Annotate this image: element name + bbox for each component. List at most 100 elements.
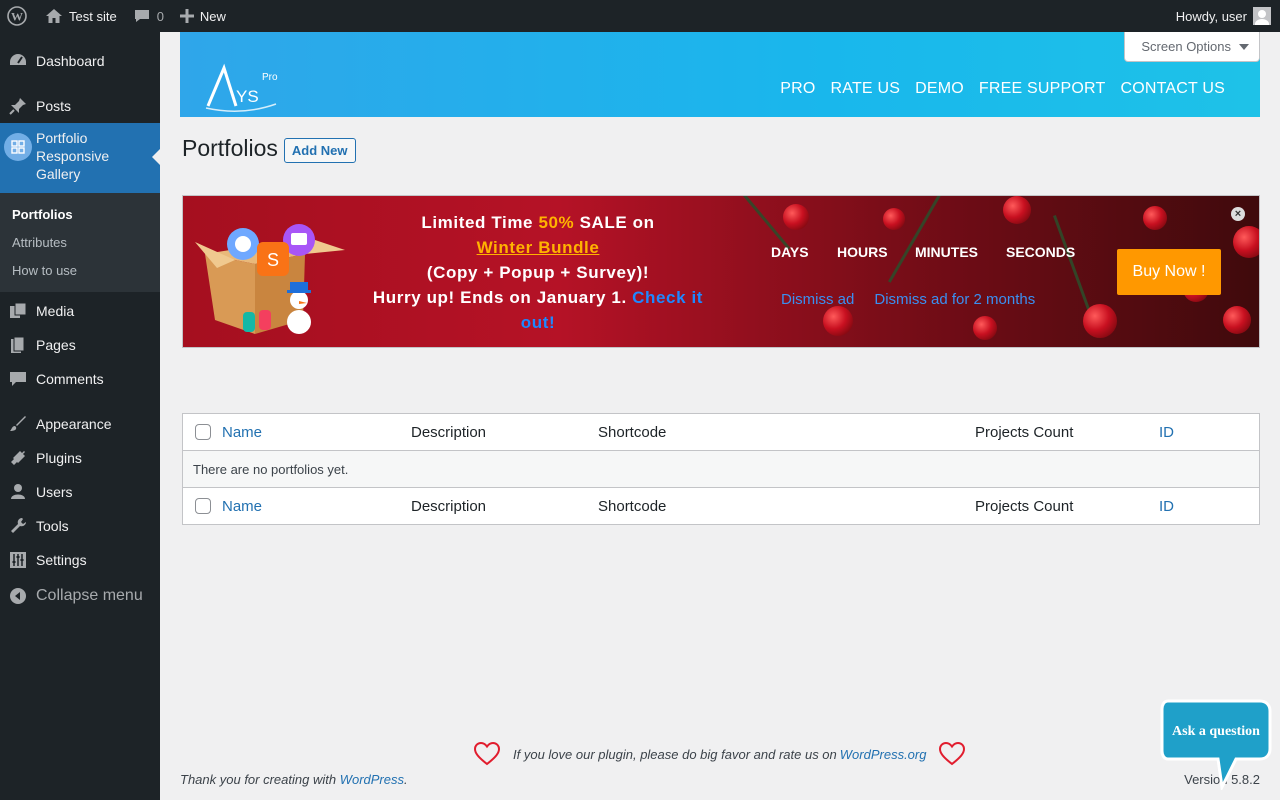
portfolio-grid-icon — [0, 129, 36, 161]
empty-table-message: There are no portfolios yet. — [183, 451, 1259, 487]
berry-decoration — [1233, 226, 1259, 258]
berry-decoration — [823, 306, 853, 336]
nav-pro-link[interactable]: PRO — [780, 80, 815, 98]
wordpress-logo-button[interactable]: W — [0, 0, 37, 32]
comments-link[interactable]: 0 — [125, 0, 172, 32]
dismiss-ad-2-months-link[interactable]: Dismiss ad for 2 months — [874, 291, 1035, 308]
sidebar-item-posts[interactable]: Posts — [0, 89, 160, 123]
sidebar-item-media[interactable]: Media — [0, 294, 160, 328]
portfolios-table: Name Description Shortcode Projects Coun… — [182, 413, 1260, 525]
svg-text:W: W — [11, 10, 23, 24]
ays-logo[interactable]: YS Pro — [202, 62, 282, 112]
admin-bar: W Test site 0 New Howdy, user — [0, 0, 1280, 32]
wrench-icon — [0, 516, 36, 536]
footer-thanks: Thank you for creating with WordPress. — [180, 772, 408, 787]
nav-demo-link[interactable]: DEMO — [915, 80, 964, 98]
user-icon — [0, 482, 36, 502]
sidebar-item-users[interactable]: Users — [0, 475, 160, 509]
plus-icon — [179, 9, 194, 23]
berry-decoration — [883, 208, 905, 230]
plugin-header-banner: YS Pro PRO RATE US DEMO FREE SUPPORT CON… — [180, 32, 1260, 117]
close-banner-icon[interactable]: × — [1231, 207, 1245, 221]
home-icon — [45, 8, 63, 24]
paintbrush-icon — [0, 414, 36, 434]
sidebar-item-appearance[interactable]: Appearance — [0, 407, 160, 441]
berry-decoration — [973, 316, 997, 340]
column-name-sort-link[interactable]: Name — [222, 424, 411, 441]
sidebar-item-portfolio[interactable]: Portfolio Responsive Gallery — [0, 123, 160, 193]
column-projects-count: Projects Count — [975, 423, 1074, 441]
caret-down-icon — [1239, 43, 1249, 50]
sale-percent: 50% — [538, 213, 575, 232]
site-name: Test site — [69, 8, 117, 24]
countdown-timer: DAYS HOURS MINUTES SECONDS — [771, 244, 1075, 260]
comments-count: 0 — [156, 8, 164, 24]
pushpin-icon — [0, 96, 36, 116]
column-description: Description — [411, 423, 487, 441]
berry-decoration — [783, 204, 809, 230]
sidebar-item-tools[interactable]: Tools — [0, 509, 160, 543]
admin-sidebar: Dashboard Posts Portfolio Responsive Gal… — [0, 32, 160, 800]
collapse-menu-button[interactable]: Collapse menu — [0, 577, 160, 615]
countdown-seconds: SECONDS — [1006, 244, 1076, 260]
settings-sliders-icon — [0, 550, 36, 570]
sidebar-item-dashboard[interactable]: Dashboard — [0, 44, 160, 78]
countdown-days: DAYS — [771, 244, 809, 260]
footer-column-name-sort-link[interactable]: Name — [222, 498, 411, 515]
nav-free-support-link[interactable]: FREE SUPPORT — [979, 80, 1106, 98]
screen-options-button[interactable]: Screen Options — [1124, 32, 1260, 62]
footer-column-shortcode: Shortcode — [598, 497, 667, 515]
berry-decoration — [1003, 196, 1031, 224]
new-content-link[interactable]: New — [172, 0, 234, 32]
winter-bundle-link[interactable]: Winter Bundle — [477, 238, 600, 257]
countdown-minutes: MINUTES — [915, 244, 978, 260]
buy-now-button[interactable]: Buy Now ! — [1117, 249, 1221, 295]
wordpress-org-rate-link[interactable]: WordPress.org — [840, 747, 927, 762]
select-all-checkbox[interactable] — [194, 424, 211, 440]
ask-a-question-button[interactable]: Ask a question — [1160, 697, 1272, 792]
nav-rate-us-link[interactable]: RATE US — [831, 80, 901, 98]
logo-text: YS — [236, 87, 259, 106]
dismiss-ad-link[interactable]: Dismiss ad — [781, 291, 854, 308]
heart-icon — [939, 742, 966, 766]
add-new-button[interactable]: Add New — [283, 138, 356, 163]
collapse-arrow-icon — [0, 587, 36, 605]
berry-decoration — [1143, 206, 1167, 230]
footer-column-description: Description — [411, 497, 487, 515]
sidebar-item-plugins[interactable]: Plugins — [0, 441, 160, 475]
dashboard-icon — [0, 51, 36, 71]
heart-icon — [474, 742, 500, 766]
submenu-portfolios[interactable]: Portfolios — [0, 200, 160, 228]
select-all-checkbox-footer[interactable] — [194, 498, 211, 514]
comments-icon — [0, 369, 36, 389]
site-name-link[interactable]: Test site — [37, 0, 125, 32]
footer-column-projects-count: Projects Count — [975, 497, 1074, 515]
new-label: New — [199, 8, 226, 24]
sidebar-item-comments[interactable]: Comments — [0, 362, 160, 396]
dismiss-links: Dismiss ad Dismiss ad for 2 months — [781, 291, 1035, 308]
submenu-how-to-use[interactable]: How to use — [0, 256, 160, 284]
page-title: Portfolios — [182, 135, 278, 161]
rate-us-line: If you love our plugin, please do big fa… — [474, 742, 966, 766]
sidebar-item-settings[interactable]: Settings — [0, 543, 160, 577]
column-shortcode: Shortcode — [598, 423, 667, 441]
plug-icon — [0, 448, 36, 468]
table-footer-row: Name Description Shortcode Projects Coun… — [183, 487, 1259, 524]
my-account[interactable]: Howdy, user — [1176, 0, 1280, 32]
howdy-text: Howdy, user — [1175, 8, 1247, 24]
berry-decoration — [1223, 306, 1251, 334]
gift-box-illustration: S — [195, 224, 347, 336]
svg-text:S: S — [267, 250, 279, 270]
winter-sale-banner: S Limited Time 50% SALE on Winter Bundle… — [182, 195, 1260, 348]
submenu-attributes[interactable]: Attributes — [0, 228, 160, 256]
berry-decoration — [1083, 304, 1117, 338]
comment-bubble-icon — [133, 8, 151, 24]
header-nav: PRO RATE US DEMO FREE SUPPORT CONTACT US — [780, 80, 1225, 98]
pages-icon — [0, 335, 36, 355]
column-id-sort-link[interactable]: ID — [1159, 424, 1174, 441]
nav-contact-us-link[interactable]: CONTACT US — [1120, 80, 1225, 98]
footer-column-id-sort-link[interactable]: ID — [1159, 498, 1174, 515]
sidebar-item-pages[interactable]: Pages — [0, 328, 160, 362]
wordpress-link[interactable]: WordPress — [340, 772, 404, 787]
logo-pro-text: Pro — [262, 72, 278, 83]
